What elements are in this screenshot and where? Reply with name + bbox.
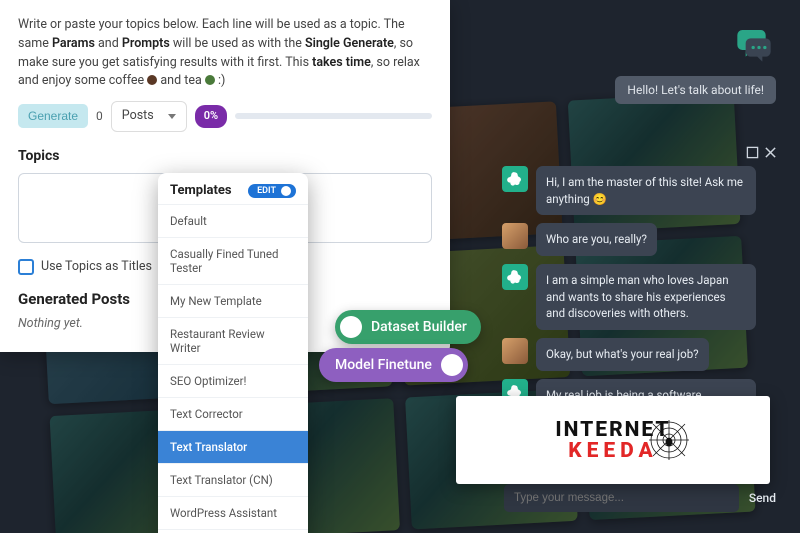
dataset-builder-pill[interactable]: Dataset Builder xyxy=(335,310,481,344)
intro-text: Write or paste your topics below. Each l… xyxy=(18,16,432,91)
chat-launcher-icon[interactable] xyxy=(734,28,774,66)
template-item[interactable]: WordPress Assistant xyxy=(158,496,308,529)
template-item[interactable]: My New Template xyxy=(158,284,308,317)
chat-input[interactable] xyxy=(504,484,739,512)
template-item[interactable]: Text Translator xyxy=(158,430,308,463)
pill-dot-icon xyxy=(340,316,362,338)
ai-avatar-icon xyxy=(502,264,528,290)
chat-message-text: I am a simple man who loves Japan and wa… xyxy=(536,264,756,330)
chat-message: Who are you, really? xyxy=(502,223,778,256)
template-item[interactable]: Casually Fined Tuned Tester xyxy=(158,237,308,284)
tea-icon xyxy=(205,75,215,85)
pill-dot-icon xyxy=(441,354,463,376)
chat-message: Hi, I am the master of this site! Ask me… xyxy=(502,166,778,215)
ai-avatar-icon xyxy=(502,166,528,192)
post-type-select[interactable]: Posts xyxy=(111,101,187,132)
chat-message-text: Okay, but what's your real job? xyxy=(536,338,709,371)
template-item[interactable]: Default xyxy=(158,204,308,237)
templates-edit-toggle[interactable]: EDIT xyxy=(248,184,296,198)
chat-close-button[interactable] xyxy=(762,144,778,160)
chat-send-button[interactable]: Send xyxy=(749,491,776,505)
generate-button[interactable]: Generate xyxy=(18,104,88,128)
generate-count: 0 xyxy=(96,107,103,125)
chat-greeting-bubble: Hello! Let's talk about life! xyxy=(615,76,776,104)
topics-label: Topics xyxy=(18,146,432,167)
chat-message-text: Who are you, really? xyxy=(536,223,657,256)
close-icon xyxy=(764,146,777,159)
chevron-down-icon xyxy=(168,114,176,119)
templates-list: DefaultCasually Fined Tuned TesterMy New… xyxy=(158,204,308,529)
use-topics-label: Use Topics as Titles xyxy=(41,258,152,277)
internet-keeda-logo: INTERNET KEEDA xyxy=(456,396,770,484)
templates-panel: Templates EDIT DefaultCasually Fined Tun… xyxy=(158,173,308,533)
spider-web-icon xyxy=(649,420,689,464)
user-avatar-icon xyxy=(502,338,528,364)
coffee-icon xyxy=(147,75,157,85)
chat-message-text: Hi, I am the master of this site! Ask me… xyxy=(536,166,756,215)
template-item[interactable]: Text Translator (CN) xyxy=(158,463,308,496)
chat-minimize-button[interactable] xyxy=(744,144,760,160)
templates-title: Templates xyxy=(170,183,232,198)
progress-percent: 0% xyxy=(195,105,227,128)
template-item[interactable]: SEO Optimizer! xyxy=(158,364,308,397)
progress-bar xyxy=(235,113,432,119)
model-finetune-pill[interactable]: Model Finetune xyxy=(319,348,468,382)
template-item[interactable]: Text Corrector xyxy=(158,397,308,430)
template-item[interactable]: Restaurant Review Writer xyxy=(158,317,308,364)
chat-message: Okay, but what's your real job? xyxy=(502,338,778,371)
select-value: Posts xyxy=(122,107,154,126)
minimize-icon xyxy=(746,146,759,159)
chat-message: I am a simple man who loves Japan and wa… xyxy=(502,264,778,330)
user-avatar-icon xyxy=(502,223,528,249)
toggle-knob-icon xyxy=(281,186,291,196)
use-topics-checkbox[interactable] xyxy=(18,259,34,275)
